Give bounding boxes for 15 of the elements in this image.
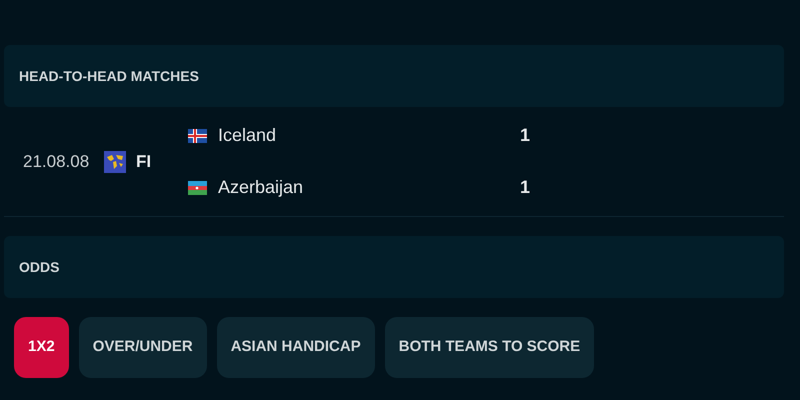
team-name: Azerbaijan [218, 176, 304, 199]
team-name: Iceland [218, 124, 278, 147]
team-score: 1 [520, 176, 530, 199]
odds-tab[interactable]: ASIAN HANDICAP [216, 317, 375, 378]
team-score: 1 [520, 124, 530, 147]
odds-tab[interactable]: 1X2 [14, 317, 69, 378]
match-date: 21.08.08 [22, 150, 90, 173]
competition-code: FI [136, 150, 152, 173]
odds-tab[interactable]: BOTH TEAMS TO SCORE [384, 317, 594, 378]
flag-icon [188, 128, 207, 142]
flag-icon [188, 180, 207, 194]
odds-tab[interactable]: OVER/UNDER [78, 317, 207, 378]
section-title: HEAD-TO-HEAD MATCHES [19, 66, 199, 86]
globe-icon [104, 150, 126, 172]
section-title: ODDS [19, 258, 60, 276]
